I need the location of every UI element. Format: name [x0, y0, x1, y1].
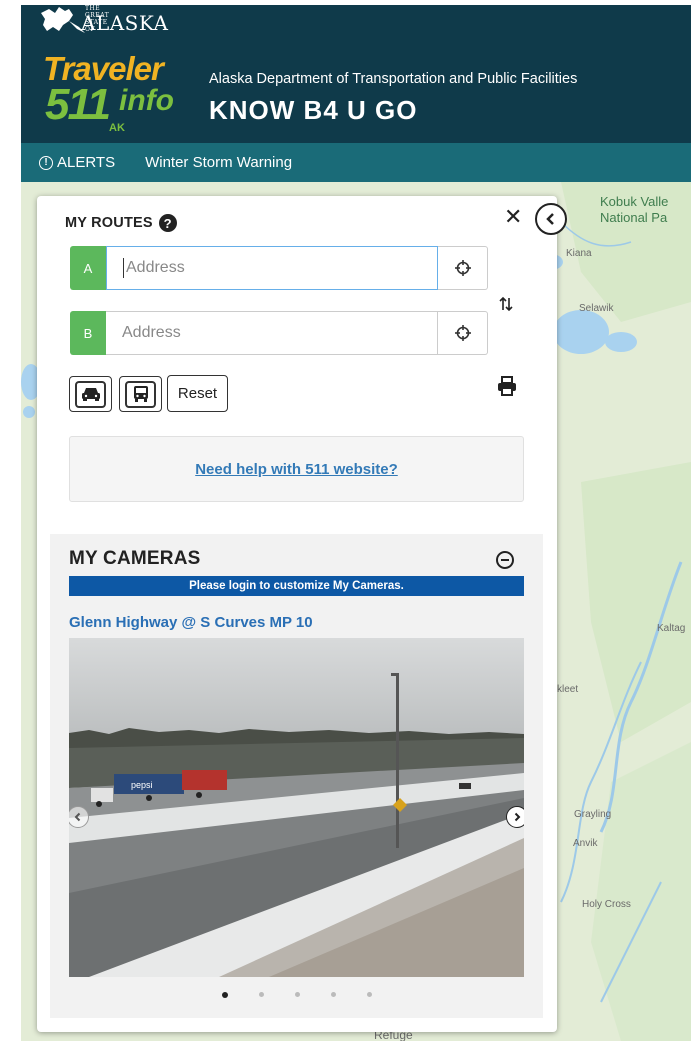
car-mode-button[interactable]	[69, 376, 112, 412]
camera-name-link[interactable]: Glenn Highway @ S Curves MP 10	[69, 614, 313, 631]
carousel-dot[interactable]	[258, 992, 264, 997]
carousel-dot[interactable]	[294, 992, 300, 997]
map-label-park: Kobuk Valle	[600, 194, 669, 209]
my-routes-heading: MY ROUTES ?	[65, 214, 177, 232]
brand-511: 511	[45, 80, 111, 129]
my-routes-title: MY ROUTES	[65, 215, 153, 231]
print-button[interactable]	[497, 376, 517, 401]
truck-text: pepsi	[131, 780, 153, 790]
car-mode-inner	[75, 380, 106, 408]
swap-addresses-button[interactable]	[499, 296, 513, 317]
help-link[interactable]: Need help with 511 website?	[195, 461, 398, 478]
carousel-dot[interactable]	[330, 992, 336, 997]
collapse-cameras-button[interactable]	[496, 551, 514, 569]
locate-b-button[interactable]	[438, 311, 488, 355]
next-camera-button[interactable]	[506, 806, 524, 828]
alert-icon: !	[39, 155, 53, 170]
printer-icon	[498, 376, 516, 396]
swap-icon	[499, 296, 513, 312]
address-b-row: B Address	[70, 311, 488, 355]
locate-a-button[interactable]	[438, 246, 488, 290]
text-cursor	[123, 258, 124, 278]
camera-image[interactable]: pepsi	[69, 638, 524, 977]
map-label-kiana: Kiana	[566, 248, 592, 259]
alerts-label: ALERTS	[57, 154, 116, 171]
carousel-dot[interactable]	[366, 992, 372, 997]
map-label-nikleet: kleet	[557, 684, 579, 695]
traveler-511-logo[interactable]: Traveler 511 info AK	[43, 50, 183, 136]
alert-message[interactable]: Winter Storm Warning	[145, 154, 292, 171]
map-label-selawik: Selawik	[579, 303, 614, 314]
department-name: Alaska Department of Transportation and …	[209, 71, 578, 87]
address-a-tag: A	[70, 246, 106, 290]
minus-icon	[501, 559, 509, 561]
brand-ak: AK	[109, 122, 125, 134]
map-label-holy-cross: Holy Cross	[582, 899, 631, 910]
login-notice-bar[interactable]: Please login to customize My Cameras.	[69, 576, 524, 596]
address-b-input[interactable]: Address	[106, 311, 438, 355]
chevron-left-icon	[546, 213, 554, 225]
carousel-dot[interactable]	[221, 992, 228, 998]
map-label-anvik: Anvik	[573, 838, 598, 849]
map-label-kaltag: Kaltag	[657, 623, 686, 634]
bus-icon	[133, 386, 148, 402]
routes-panel: MY ROUTES ? ✕ A Address B Address Reset …	[37, 196, 567, 1032]
brand-info: info	[119, 84, 174, 117]
crosshair-icon	[454, 260, 471, 276]
transit-mode-button[interactable]	[119, 376, 162, 412]
collapse-panel-button[interactable]	[535, 203, 567, 235]
my-cameras-section: MY CAMERAS Please login to customize My …	[50, 534, 543, 1018]
reset-button[interactable]: Reset	[167, 375, 228, 412]
state-name: ALASKA	[81, 11, 169, 35]
map-label-grayling: Grayling	[574, 809, 612, 820]
site-header: THE GREAT STATE OF ALASKA Traveler 511 i…	[21, 5, 691, 143]
address-a-row: A Address	[70, 246, 488, 290]
chevron-left-icon	[74, 812, 81, 822]
camera-snapshot: pepsi	[69, 638, 524, 977]
alaska-map-icon	[41, 7, 85, 33]
address-b-placeholder: Address	[122, 324, 181, 341]
crosshair-icon	[454, 325, 471, 341]
alerts-bar[interactable]: ! ALERTS Winter Storm Warning	[21, 143, 691, 182]
camera-carousel-dots	[50, 992, 543, 998]
address-a-input[interactable]: Address	[106, 246, 438, 290]
my-cameras-title: MY CAMERAS	[69, 548, 201, 569]
help-icon[interactable]: ?	[158, 214, 177, 232]
address-b-tag: B	[70, 311, 106, 355]
car-icon	[81, 388, 100, 401]
site-tagline: KNOW B4 U GO	[209, 95, 418, 125]
map-label-park-2: National Pa	[600, 210, 668, 225]
address-a-placeholder: Address	[126, 259, 185, 276]
help-box: Need help with 511 website?	[69, 436, 524, 502]
close-panel-button[interactable]: ✕	[504, 204, 522, 230]
chevron-right-icon	[514, 812, 521, 822]
transit-mode-inner	[125, 380, 156, 408]
